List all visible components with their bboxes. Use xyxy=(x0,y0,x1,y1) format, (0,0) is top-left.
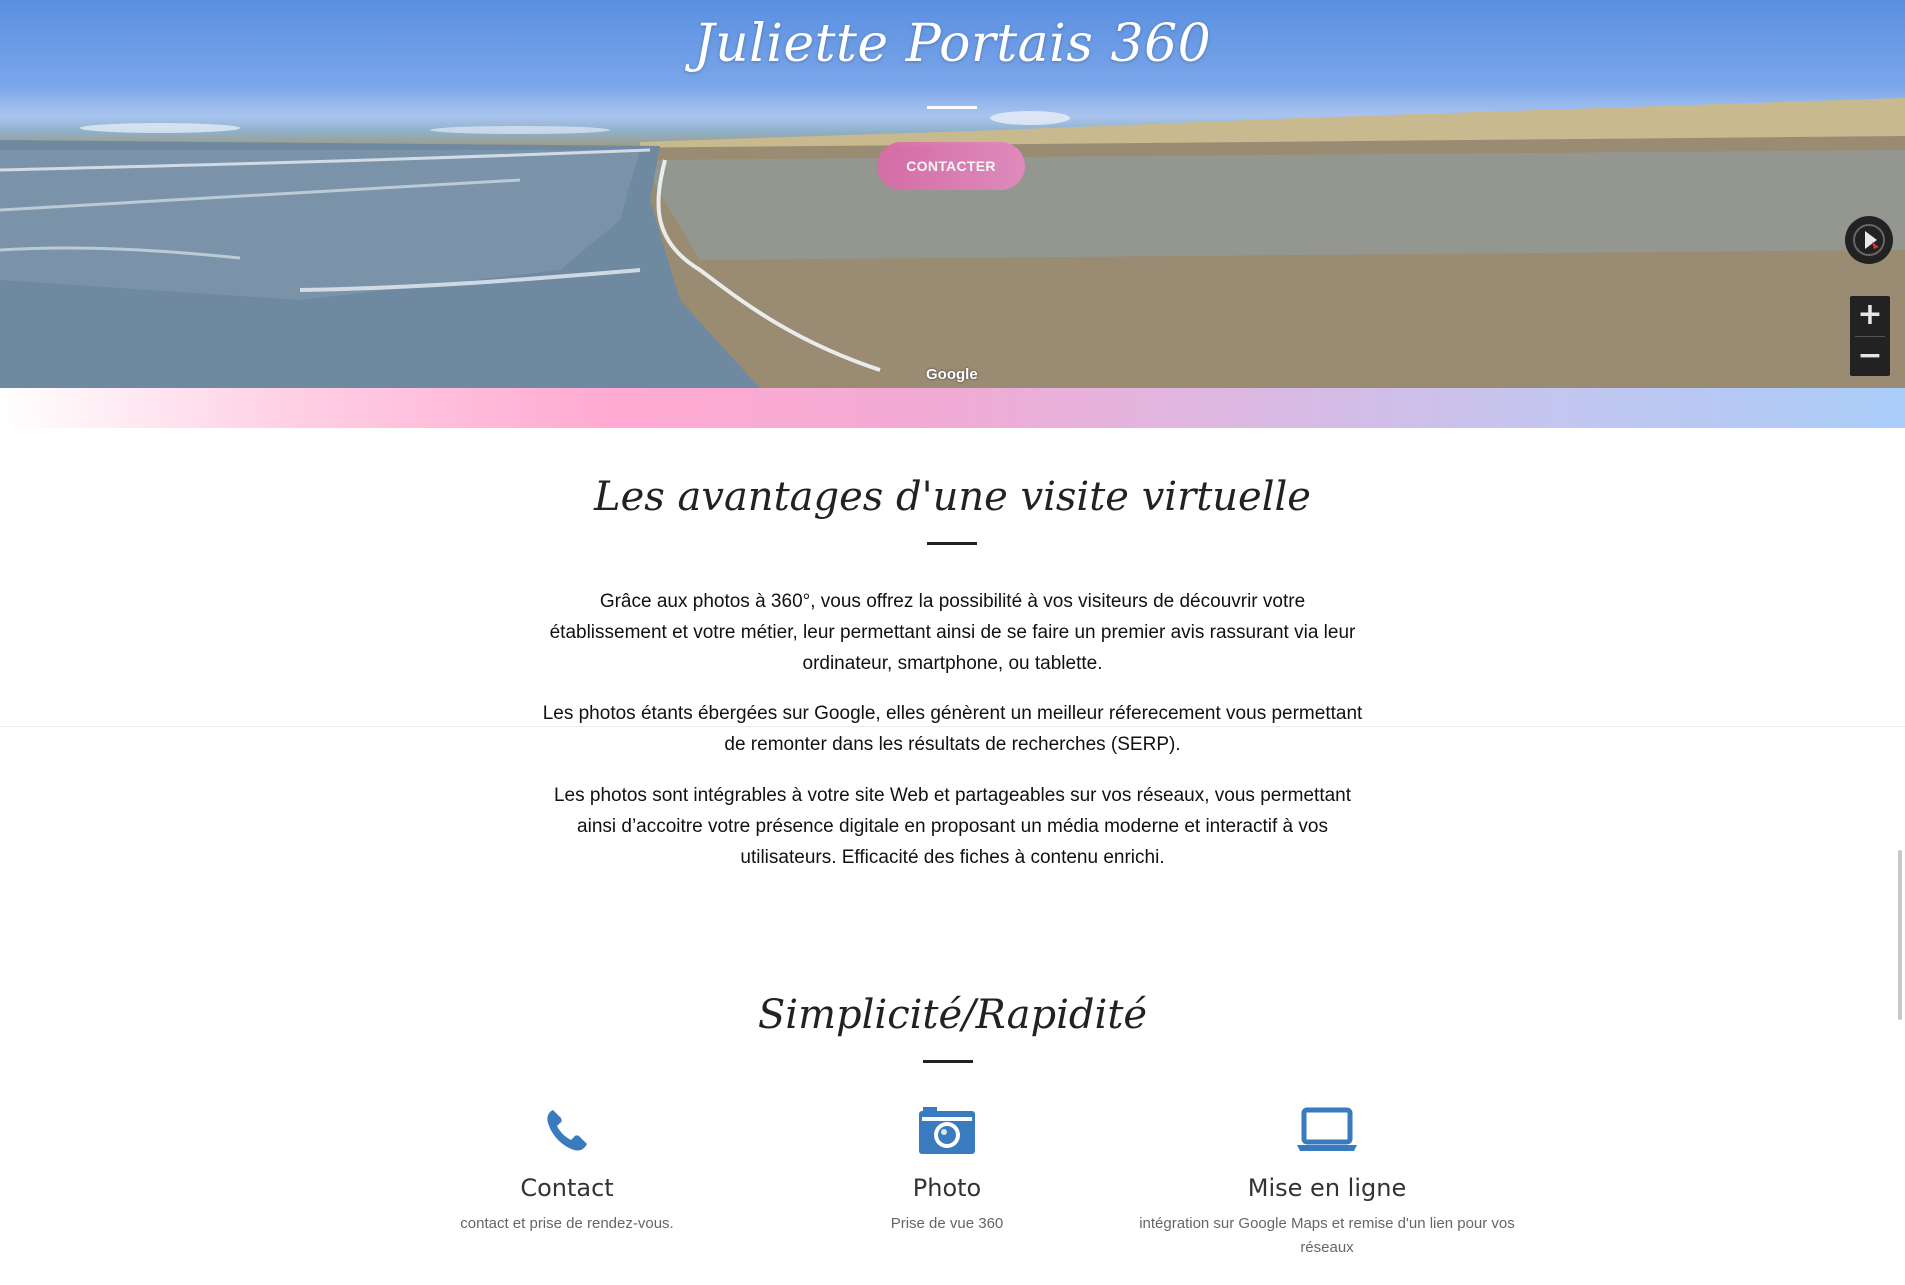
contact-button[interactable]: CONTACTER xyxy=(877,142,1025,190)
google-attribution[interactable]: Google xyxy=(926,366,978,383)
simplicity-divider xyxy=(923,1060,973,1063)
feature-description: intégration sur Google Maps et remise d'… xyxy=(1139,1215,1515,1256)
phone-icon xyxy=(377,1100,757,1160)
advantages-divider xyxy=(927,542,977,545)
gradient-band xyxy=(0,388,1905,428)
feature-title: Photo xyxy=(912,1174,982,1202)
advantages-paragraph-3: Les photos sont intégrables à votre site… xyxy=(553,785,1352,868)
feature-title: Mise en ligne xyxy=(1247,1174,1407,1202)
feature-title: Contact xyxy=(520,1174,614,1202)
laptop-icon xyxy=(1137,1100,1517,1160)
feature-description: contact et prise de rendez-vous. xyxy=(460,1215,674,1232)
feature-contact: Contact contact et prise de rendez-vous. xyxy=(377,1100,757,1236)
title-divider xyxy=(927,106,977,109)
zoom-out-button[interactable]: − xyxy=(1850,337,1890,377)
hero-panorama[interactable]: Juliette Portais 360 CONTACTER Google + … xyxy=(0,0,1905,388)
section-separator xyxy=(0,726,1905,727)
feature-photo: Photo Prise de vue 360 xyxy=(757,1100,1137,1236)
feature-description: Prise de vue 360 xyxy=(890,1215,1004,1232)
feature-online: Mise en ligne intégration sur Google Map… xyxy=(1137,1100,1517,1260)
page-scrollbar[interactable] xyxy=(1898,850,1902,1020)
simplicity-title: Simplicité/Rapidité xyxy=(757,992,1148,1038)
advantages-paragraph-1: Grâce aux photos à 360°, vous offrez la … xyxy=(549,591,1356,674)
site-title: Juliette Portais 360 xyxy=(693,14,1212,74)
compass-icon[interactable] xyxy=(1845,216,1893,264)
camera-icon xyxy=(757,1100,1137,1160)
advantages-title: Les avantages d'une visite virtuelle xyxy=(594,474,1311,520)
advantages-paragraph-2: Les photos étants ébergées sur Google, e… xyxy=(542,703,1363,755)
map-zoom-control: + − xyxy=(1850,296,1890,376)
zoom-in-button[interactable]: + xyxy=(1850,296,1890,336)
